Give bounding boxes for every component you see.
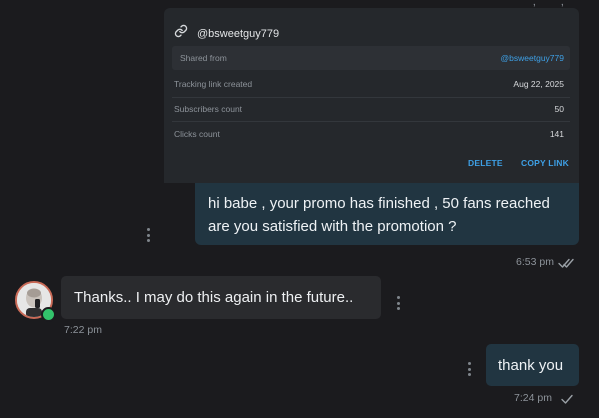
row-tracking-created: Tracking link created Aug 22, 2025	[172, 72, 570, 96]
message-time: 7:24 pm	[514, 392, 552, 404]
row-label: Clicks count	[174, 129, 220, 139]
row-value: 141	[549, 129, 564, 139]
row-value: 50	[554, 104, 564, 114]
message-time: 6:53 pm	[516, 256, 554, 268]
double-check-icon	[558, 256, 576, 274]
delete-button[interactable]: DELETE	[468, 158, 503, 168]
promo-tracking-card: @bsweetguy779 Shared from @bsweetguy779 …	[164, 8, 579, 183]
copy-link-button[interactable]: COPY LINK	[521, 158, 569, 168]
shared-from-link[interactable]: @bsweetguy779	[501, 53, 570, 63]
outgoing-message-bubble: hi babe , your promo has finished , 50 f…	[195, 183, 579, 245]
card-username: @bsweetguy779	[197, 27, 280, 40]
link-icon	[174, 24, 188, 43]
message-text: Thanks.. I may do this again in the futu…	[74, 289, 354, 306]
row-label: Shared from	[180, 53, 227, 63]
row-clicks: Clicks count 141	[172, 122, 570, 146]
online-status-dot	[41, 307, 56, 322]
row-value: Aug 22, 2025	[513, 79, 564, 89]
message-options-button[interactable]	[147, 228, 150, 242]
top-edge-glyph: ‚	[561, 0, 564, 8]
incoming-message-bubble: Thanks.. I may do this again in the futu…	[61, 276, 381, 319]
card-header: @bsweetguy779	[174, 24, 279, 43]
message-options-button[interactable]	[468, 362, 471, 376]
row-shared-from: Shared from @bsweetguy779	[172, 46, 570, 70]
message-time: 7:22 pm	[64, 324, 102, 336]
message-text: thank you	[498, 357, 564, 374]
row-label: Subscribers count	[174, 104, 243, 114]
message-options-button[interactable]	[397, 296, 400, 310]
row-subscribers: Subscribers count 50	[172, 97, 570, 121]
top-edge-glyph: ‚	[533, 0, 536, 8]
message-line: are you satisfied with the promotion ?	[208, 218, 457, 235]
message-line: hi babe , your promo has finished , 50 f…	[208, 195, 550, 212]
outgoing-message-bubble: thank you	[486, 344, 579, 386]
single-check-icon	[560, 392, 574, 410]
row-label: Tracking link created	[174, 79, 253, 89]
